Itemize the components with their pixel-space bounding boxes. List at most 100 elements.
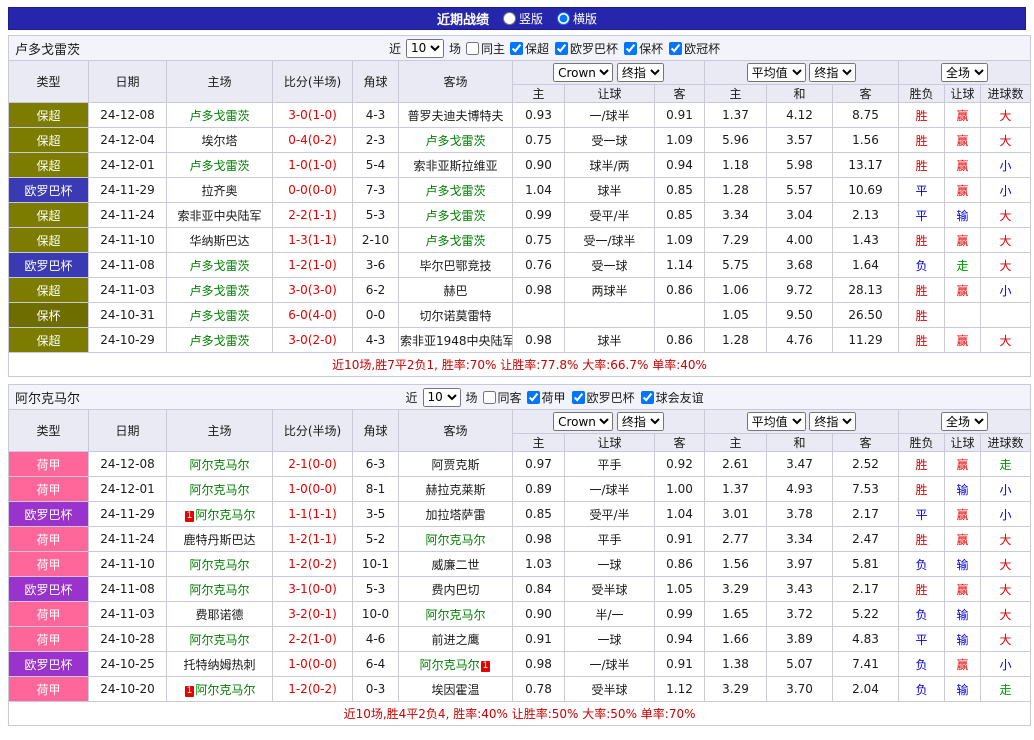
home-team[interactable]: 拉齐奥 [167,178,273,203]
home-team[interactable]: 华纳斯巴达 [167,228,273,253]
team-name[interactable]: 卢多戈雷茨 [425,184,485,198]
same-side-filter[interactable]: 同主 [466,40,505,57]
handicap-index-select[interactable]: 终指 [617,63,664,82]
away-team[interactable]: 卢多戈雷茨 [399,203,513,228]
team-name[interactable]: 卢多戈雷茨 [189,159,249,173]
team-name[interactable]: 前进之鹰 [431,633,479,647]
away-team[interactable]: 威廉二世 [399,552,513,577]
team-name[interactable]: 阿尔克马尔 [420,658,480,672]
away-team[interactable]: 赫巴 [399,278,513,303]
team-name[interactable]: 威廉二世 [431,558,479,572]
bookmaker-select[interactable]: Crown [553,412,613,431]
away-team[interactable]: 赫拉克莱斯 [399,477,513,502]
away-team[interactable]: 阿尔克马尔 [399,527,513,552]
match-count-select[interactable]: 10 [406,39,444,58]
away-team[interactable]: 阿贾克斯 [399,452,513,477]
team-name[interactable]: 费耶诺德 [195,608,243,622]
home-team[interactable]: 阿尔克马尔 [167,577,273,602]
team-name[interactable]: 阿尔克马尔 [425,533,485,547]
avg-index-select[interactable]: 终指 [809,412,856,431]
league-checkbox[interactable] [555,42,568,55]
home-team[interactable]: 阿尔克马尔 [167,552,273,577]
home-team[interactable]: 阿尔克马尔 [167,627,273,652]
league-checkbox[interactable] [572,391,585,404]
team-name[interactable]: 阿尔克马尔 [195,508,255,522]
team-name[interactable]: 埃因霍温 [431,683,479,697]
home-team[interactable]: 卢多戈雷茨 [167,253,273,278]
league-filter[interactable]: 保杯 [624,40,663,57]
team-name[interactable]: 拉齐奥 [201,184,237,198]
team-name[interactable]: 索非亚中央陆军 [177,209,261,223]
team-name[interactable]: 阿尔克马尔 [189,558,249,572]
home-team[interactable]: 卢多戈雷茨 [167,328,273,353]
match-count-select[interactable]: 10 [423,388,461,407]
home-team[interactable]: 鹿特丹斯巴达 [167,527,273,552]
team-name[interactable]: 阿尔克马尔 [189,633,249,647]
team-name[interactable]: 鹿特丹斯巴达 [183,533,255,547]
team-name[interactable]: 赫巴 [443,284,467,298]
team-name[interactable]: 卢多戈雷茨 [189,334,249,348]
away-team[interactable]: 卢多戈雷茨 [399,228,513,253]
league-filter[interactable]: 保超 [510,40,549,57]
league-filter[interactable]: 荷甲 [527,389,566,406]
team-name[interactable]: 加拉塔萨雷 [425,508,485,522]
home-team[interactable]: 卢多戈雷茨 [167,278,273,303]
home-team[interactable]: 埃尔塔 [167,128,273,153]
home-team[interactable]: 卢多戈雷茨 [167,103,273,128]
avg-index-select[interactable]: 终指 [809,63,856,82]
league-filter[interactable]: 欧罗巴杯 [555,40,618,57]
league-checkbox[interactable] [669,42,682,55]
team-name[interactable]: 托特纳姆热刺 [183,658,255,672]
home-team[interactable]: 卢多戈雷茨 [167,303,273,328]
home-team[interactable]: 阿尔克马尔 [167,452,273,477]
league-filter[interactable]: 欧冠杯 [669,40,720,57]
away-team[interactable]: 加拉塔萨雷 [399,502,513,527]
home-team[interactable]: 费耶诺德 [167,602,273,627]
league-checkbox[interactable] [510,42,523,55]
home-team[interactable]: 托特纳姆热刺 [167,652,273,677]
away-team[interactable]: 索非亚斯拉维亚 [399,153,513,178]
team-name[interactable]: 切尔诺莫雷特 [419,309,491,323]
team-name[interactable]: 卢多戈雷茨 [425,209,485,223]
view-option-vertical[interactable]: 竖版 [503,10,543,27]
same-side-checkbox[interactable] [483,391,496,404]
team-name[interactable]: 卢多戈雷茨 [189,284,249,298]
team-name[interactable]: 阿尔克马尔 [189,583,249,597]
vertical-view-radio[interactable] [503,12,516,25]
away-team[interactable]: 阿尔克马尔 [399,602,513,627]
away-team[interactable]: 前进之鹰 [399,627,513,652]
team-name[interactable]: 卢多戈雷茨 [189,259,249,273]
team-name[interactable]: 卢多戈雷茨 [425,134,485,148]
team-name[interactable]: 阿尔克马尔 [189,483,249,497]
same-side-checkbox[interactable] [466,42,479,55]
same-side-filter[interactable]: 同客 [483,389,522,406]
team-name[interactable]: 卢多戈雷茨 [425,234,485,248]
away-team[interactable]: 卢多戈雷茨 [399,178,513,203]
home-team[interactable]: 1阿尔克马尔 [167,677,273,702]
team-name[interactable]: 卢多戈雷茨 [189,309,249,323]
away-team[interactable]: 阿尔克马尔1 [399,652,513,677]
league-checkbox[interactable] [641,391,654,404]
team-name[interactable]: 阿尔克马尔 [189,458,249,472]
team-name[interactable]: 索非亚斯拉维亚 [413,159,497,173]
league-checkbox[interactable] [624,42,637,55]
away-team[interactable]: 卢多戈雷茨 [399,128,513,153]
avg-odds-select[interactable]: 平均值 [747,63,806,82]
home-team[interactable]: 卢多戈雷茨 [167,153,273,178]
view-option-horizontal[interactable]: 横版 [557,10,597,27]
period-select[interactable]: 全场 [941,63,988,82]
bookmaker-select[interactable]: Crown [553,63,613,82]
home-team[interactable]: 1阿尔克马尔 [167,502,273,527]
team-name[interactable]: 赫拉克莱斯 [425,483,485,497]
league-filter[interactable]: 欧罗巴杯 [572,389,635,406]
team-name[interactable]: 阿尔克马尔 [195,683,255,697]
avg-odds-select[interactable]: 平均值 [747,412,806,431]
team-name[interactable]: 毕尔巴鄂竞技 [419,259,491,273]
away-team[interactable]: 普罗夫迪夫博特夫 [399,103,513,128]
away-team[interactable]: 索非亚1948中央陆军 [399,328,513,353]
team-name[interactable]: 埃尔塔 [201,134,237,148]
team-name[interactable]: 费内巴切 [431,583,479,597]
away-team[interactable]: 切尔诺莫雷特 [399,303,513,328]
away-team[interactable]: 埃因霍温 [399,677,513,702]
handicap-index-select[interactable]: 终指 [617,412,664,431]
